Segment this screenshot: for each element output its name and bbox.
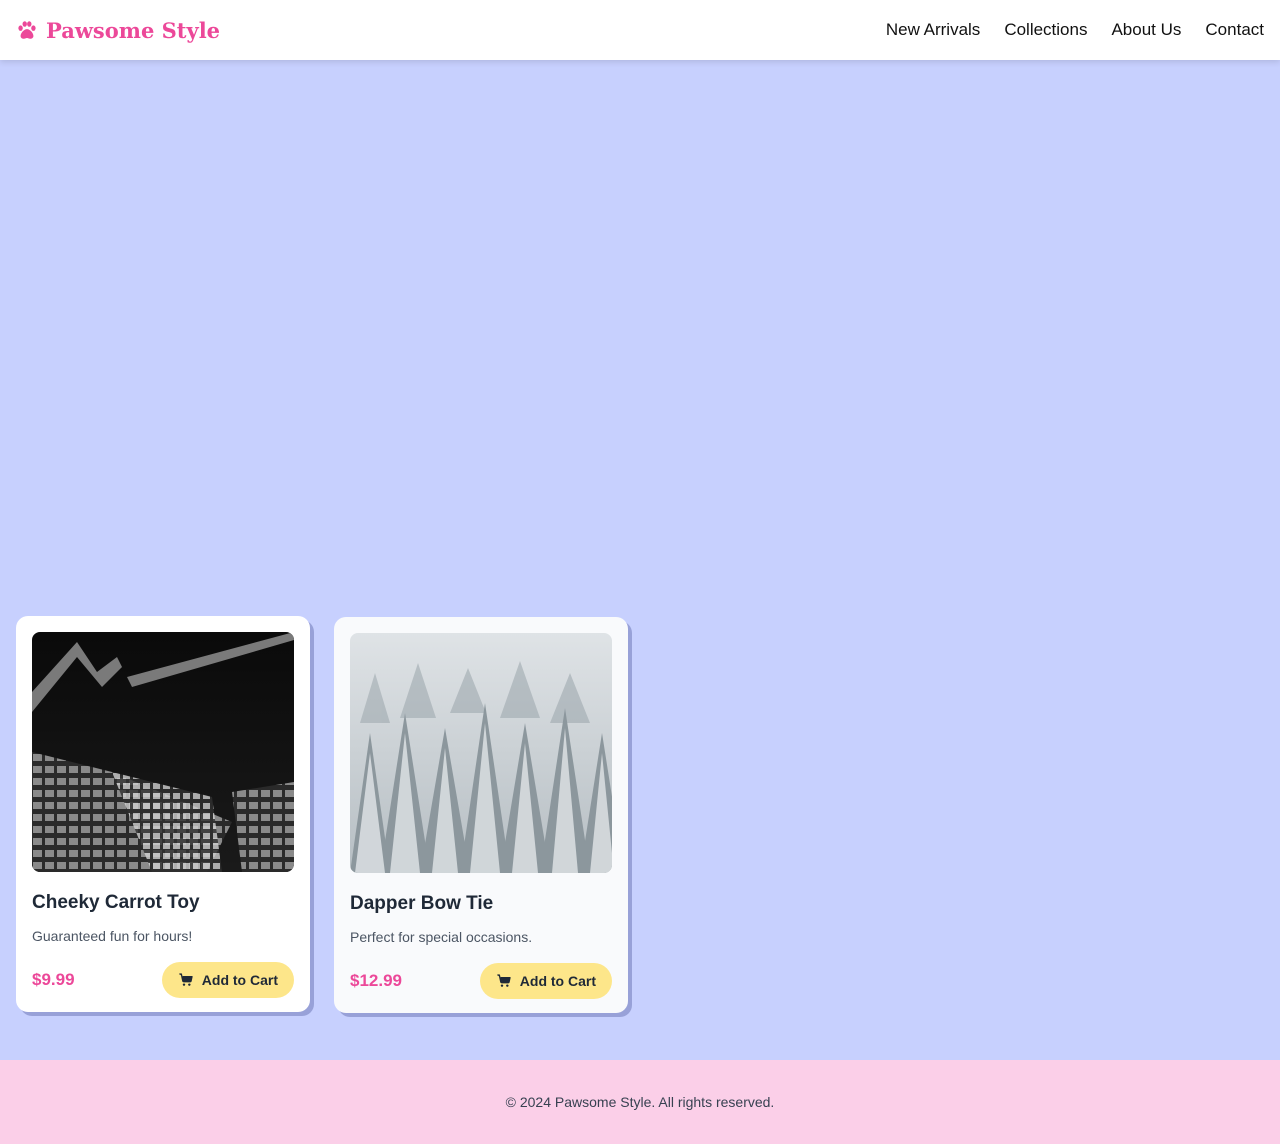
nav-about-us[interactable]: About Us <box>1111 20 1181 40</box>
cart-icon <box>497 974 511 987</box>
product-price: $12.99 <box>350 971 402 990</box>
brand-name: Pawsome Style <box>46 17 221 43</box>
product-image[interactable] <box>350 633 612 873</box>
product-description: Guaranteed fun for hours! <box>32 928 193 944</box>
site-header: Pawsome Style New Arrivals Collections A… <box>0 0 1280 60</box>
product-description: Perfect for special occasions. <box>350 929 533 945</box>
product-grid: Cheeky Carrot Toy Guaranteed fun for hou… <box>16 616 628 1013</box>
nav-collections[interactable]: Collections <box>1004 20 1087 40</box>
nav-contact[interactable]: Contact <box>1205 20 1264 40</box>
add-to-cart-button[interactable]: Add to Cart <box>479 963 612 999</box>
product-price: $9.99 <box>32 970 75 989</box>
nav-new-arrivals[interactable]: New Arrivals <box>886 20 980 40</box>
site-footer: © 2024 Pawsome Style. All rights reserve… <box>0 1060 1280 1144</box>
add-to-cart-label: Add to Cart <box>519 973 596 989</box>
product-name: Dapper Bow Tie <box>350 893 494 914</box>
main-nav: New Arrivals Collections About Us Contac… <box>886 20 1264 40</box>
add-to-cart-button[interactable]: Add to Cart <box>161 962 294 998</box>
paw-icon <box>18 21 36 39</box>
copyright-text: © 2024 Pawsome Style. All rights reserve… <box>505 1094 775 1110</box>
product-card: Dapper Bow Tie Perfect for special occas… <box>334 617 628 1013</box>
product-name: Cheeky Carrot Toy <box>32 892 200 913</box>
product-card: Cheeky Carrot Toy Guaranteed fun for hou… <box>16 616 310 1012</box>
cart-icon <box>179 973 193 986</box>
product-actions: $12.99 Add to Cart <box>350 963 612 999</box>
building-photo-icon <box>32 632 294 872</box>
snowy-forest-photo-icon <box>350 633 612 873</box>
hero-banner <box>0 60 1280 600</box>
add-to-cart-label: Add to Cart <box>201 972 278 988</box>
product-actions: $9.99 Add to Cart <box>32 962 294 998</box>
product-image[interactable] <box>32 632 294 872</box>
brand-logo[interactable]: Pawsome Style <box>16 18 220 43</box>
